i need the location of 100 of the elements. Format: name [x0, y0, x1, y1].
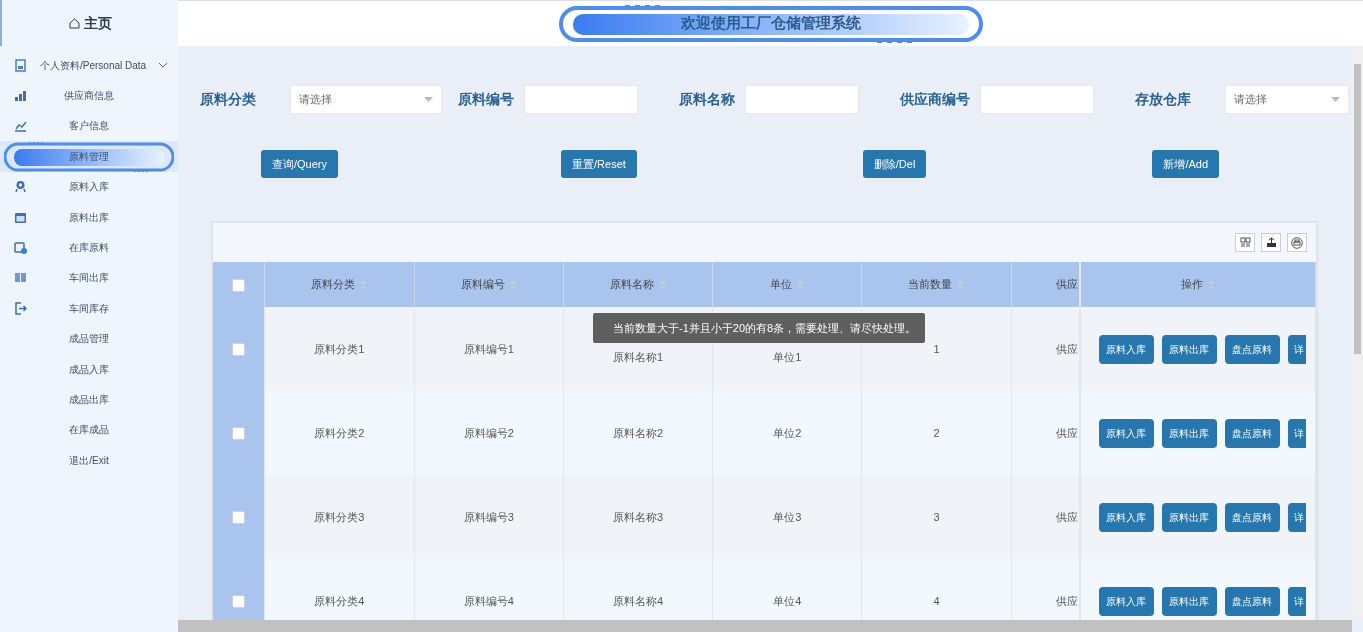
- filter-label: 原料分类: [200, 89, 257, 109]
- sidebar-item[interactable]: 原料入库: [0, 171, 178, 202]
- checkbox[interactable]: [232, 278, 246, 292]
- table-cell: 原料编号4: [463, 594, 514, 607]
- sidebar-item[interactable]: 车间出库: [0, 262, 178, 294]
- sidebar-item[interactable]: 成品出库: [0, 384, 178, 415]
- sidebar-item[interactable]: 原料管理: [0, 141, 178, 172]
- checkbox[interactable]: [232, 511, 246, 525]
- table-cell: 原料分类2: [314, 426, 365, 439]
- row-action-button[interactable]: 原料入库: [1098, 502, 1154, 532]
- row-action-button[interactable]: 原料入库: [1098, 334, 1154, 364]
- row-action-button[interactable]: 原料入库: [1098, 586, 1154, 616]
- row-action-button[interactable]: 原料入库: [1098, 418, 1154, 448]
- column-header[interactable]: 供应: [1055, 278, 1078, 291]
- table-cell: 原料名称1: [613, 350, 664, 363]
- sort-icon[interactable]: [659, 280, 667, 291]
- horizontal-scrollbar[interactable]: [178, 620, 1352, 632]
- home-icon: [68, 17, 80, 29]
- column-header[interactable]: 当前数量: [908, 278, 953, 291]
- row-action-button[interactable]: 原料出库: [1161, 334, 1217, 364]
- action-button[interactable]: 查询/Query: [261, 150, 338, 178]
- table-cell: 4: [933, 594, 940, 607]
- row-action-button[interactable]: 盘点原料: [1224, 586, 1280, 616]
- calendar-icon: [14, 210, 27, 224]
- print-icon[interactable]: [1287, 233, 1307, 252]
- sidebar-item[interactable]: 成品入库: [0, 353, 178, 385]
- action-button[interactable]: 重置/Reset: [561, 150, 637, 178]
- badge-icon: [14, 180, 27, 194]
- filter-label: 原料编号: [458, 89, 515, 109]
- columns-icon[interactable]: [1235, 233, 1255, 252]
- table-cell: 原料分类1: [314, 342, 365, 355]
- column-header[interactable]: 原料分类: [311, 278, 356, 291]
- caret-icon: [1331, 96, 1340, 102]
- page-title: 欢迎使用工厂仓储管理系统: [680, 13, 861, 34]
- caret-icon: [424, 96, 433, 102]
- sidebar-item[interactable]: 退出/Exit: [0, 445, 178, 476]
- sort-icon[interactable]: [509, 280, 517, 291]
- checkbox[interactable]: [232, 595, 246, 609]
- checkbox[interactable]: [232, 343, 246, 357]
- table-cell: 单位3: [773, 510, 802, 523]
- sidebar-item[interactable]: 客户信息: [0, 110, 178, 142]
- table-cell: 原料名称2: [613, 426, 664, 439]
- table-cell: 供应: [1055, 510, 1078, 523]
- sort-icon[interactable]: [797, 280, 805, 291]
- input-field[interactable]: [745, 84, 859, 114]
- exit-icon: [14, 301, 27, 315]
- row-action-button[interactable]: 盘点原料: [1224, 502, 1280, 532]
- table-cell: 供应: [1055, 594, 1078, 607]
- calendar-check-icon: [14, 241, 27, 255]
- table-cell: 原料名称3: [613, 510, 664, 523]
- row-action-button[interactable]: 详: [1287, 586, 1306, 616]
- column-header[interactable]: 原料编号: [460, 278, 505, 291]
- table-cell: 原料编号2: [463, 426, 514, 439]
- table-cell: 原料编号1: [463, 342, 514, 355]
- input-field[interactable]: [524, 84, 638, 114]
- notification-tooltip: 当前数量大于-1并且小于20的有8条，需要处理、请尽快处理。: [593, 313, 925, 343]
- row-action-button[interactable]: 详: [1287, 334, 1306, 364]
- column-header[interactable]: 原料名称: [610, 278, 655, 291]
- table-cell: 单位4: [773, 594, 802, 607]
- checkbox[interactable]: [232, 427, 246, 441]
- table-cell: 1: [933, 342, 940, 355]
- input-field[interactable]: [980, 84, 1094, 114]
- chevron-icon: [158, 61, 168, 69]
- sidebar-item[interactable]: 在库原料: [0, 232, 178, 263]
- action-button[interactable]: 新增/Add: [1152, 150, 1219, 178]
- row-action-button[interactable]: 原料出库: [1161, 502, 1217, 532]
- bar-chart-icon: [14, 89, 27, 103]
- row-action-button[interactable]: 详: [1287, 502, 1306, 532]
- column-header[interactable]: 操作: [1180, 278, 1203, 291]
- document-icon: [14, 58, 27, 72]
- export-icon[interactable]: [1261, 233, 1281, 252]
- row-action-button[interactable]: 原料出库: [1161, 586, 1217, 616]
- row-action-button[interactable]: 详: [1287, 418, 1306, 448]
- table-cell: 3: [933, 510, 940, 523]
- sidebar-item[interactable]: 在库成品: [0, 414, 178, 446]
- sort-icon[interactable]: [360, 280, 368, 291]
- action-button[interactable]: 删除/Del: [862, 150, 927, 178]
- sort-icon[interactable]: [957, 280, 965, 291]
- column-header[interactable]: 单位: [770, 278, 793, 291]
- line-chart-icon: [14, 119, 27, 133]
- sidebar-item[interactable]: 成品管理: [0, 323, 178, 354]
- filter-label: 存放仓库: [1135, 89, 1192, 109]
- sidebar-item[interactable]: 供应商信息: [0, 80, 178, 111]
- sort-icon[interactable]: [1207, 280, 1215, 291]
- table-cell: 供应: [1055, 426, 1078, 439]
- sidebar-item[interactable]: 原料出库: [0, 201, 178, 233]
- sidebar-item[interactable]: 车间库存: [0, 293, 178, 324]
- scrollbar[interactable]: [1352, 46, 1363, 620]
- table-cell: 原料分类3: [314, 510, 365, 523]
- table-cell: 单位2: [773, 426, 802, 439]
- row-action-button[interactable]: 盘点原料: [1224, 418, 1280, 448]
- row-action-button[interactable]: 原料出库: [1161, 418, 1217, 448]
- select-field[interactable]: 请选择: [1225, 84, 1349, 114]
- table-cell: 原料编号3: [463, 510, 514, 523]
- table-cell: 原料分类4: [314, 594, 365, 607]
- table-cell: 供应: [1055, 342, 1078, 355]
- table-cell: 原料名称4: [613, 594, 664, 607]
- select-field[interactable]: 请选择: [290, 84, 442, 114]
- sidebar-item[interactable]: 个人资料/Personal Data: [0, 50, 178, 81]
- row-action-button[interactable]: 盘点原料: [1224, 334, 1280, 364]
